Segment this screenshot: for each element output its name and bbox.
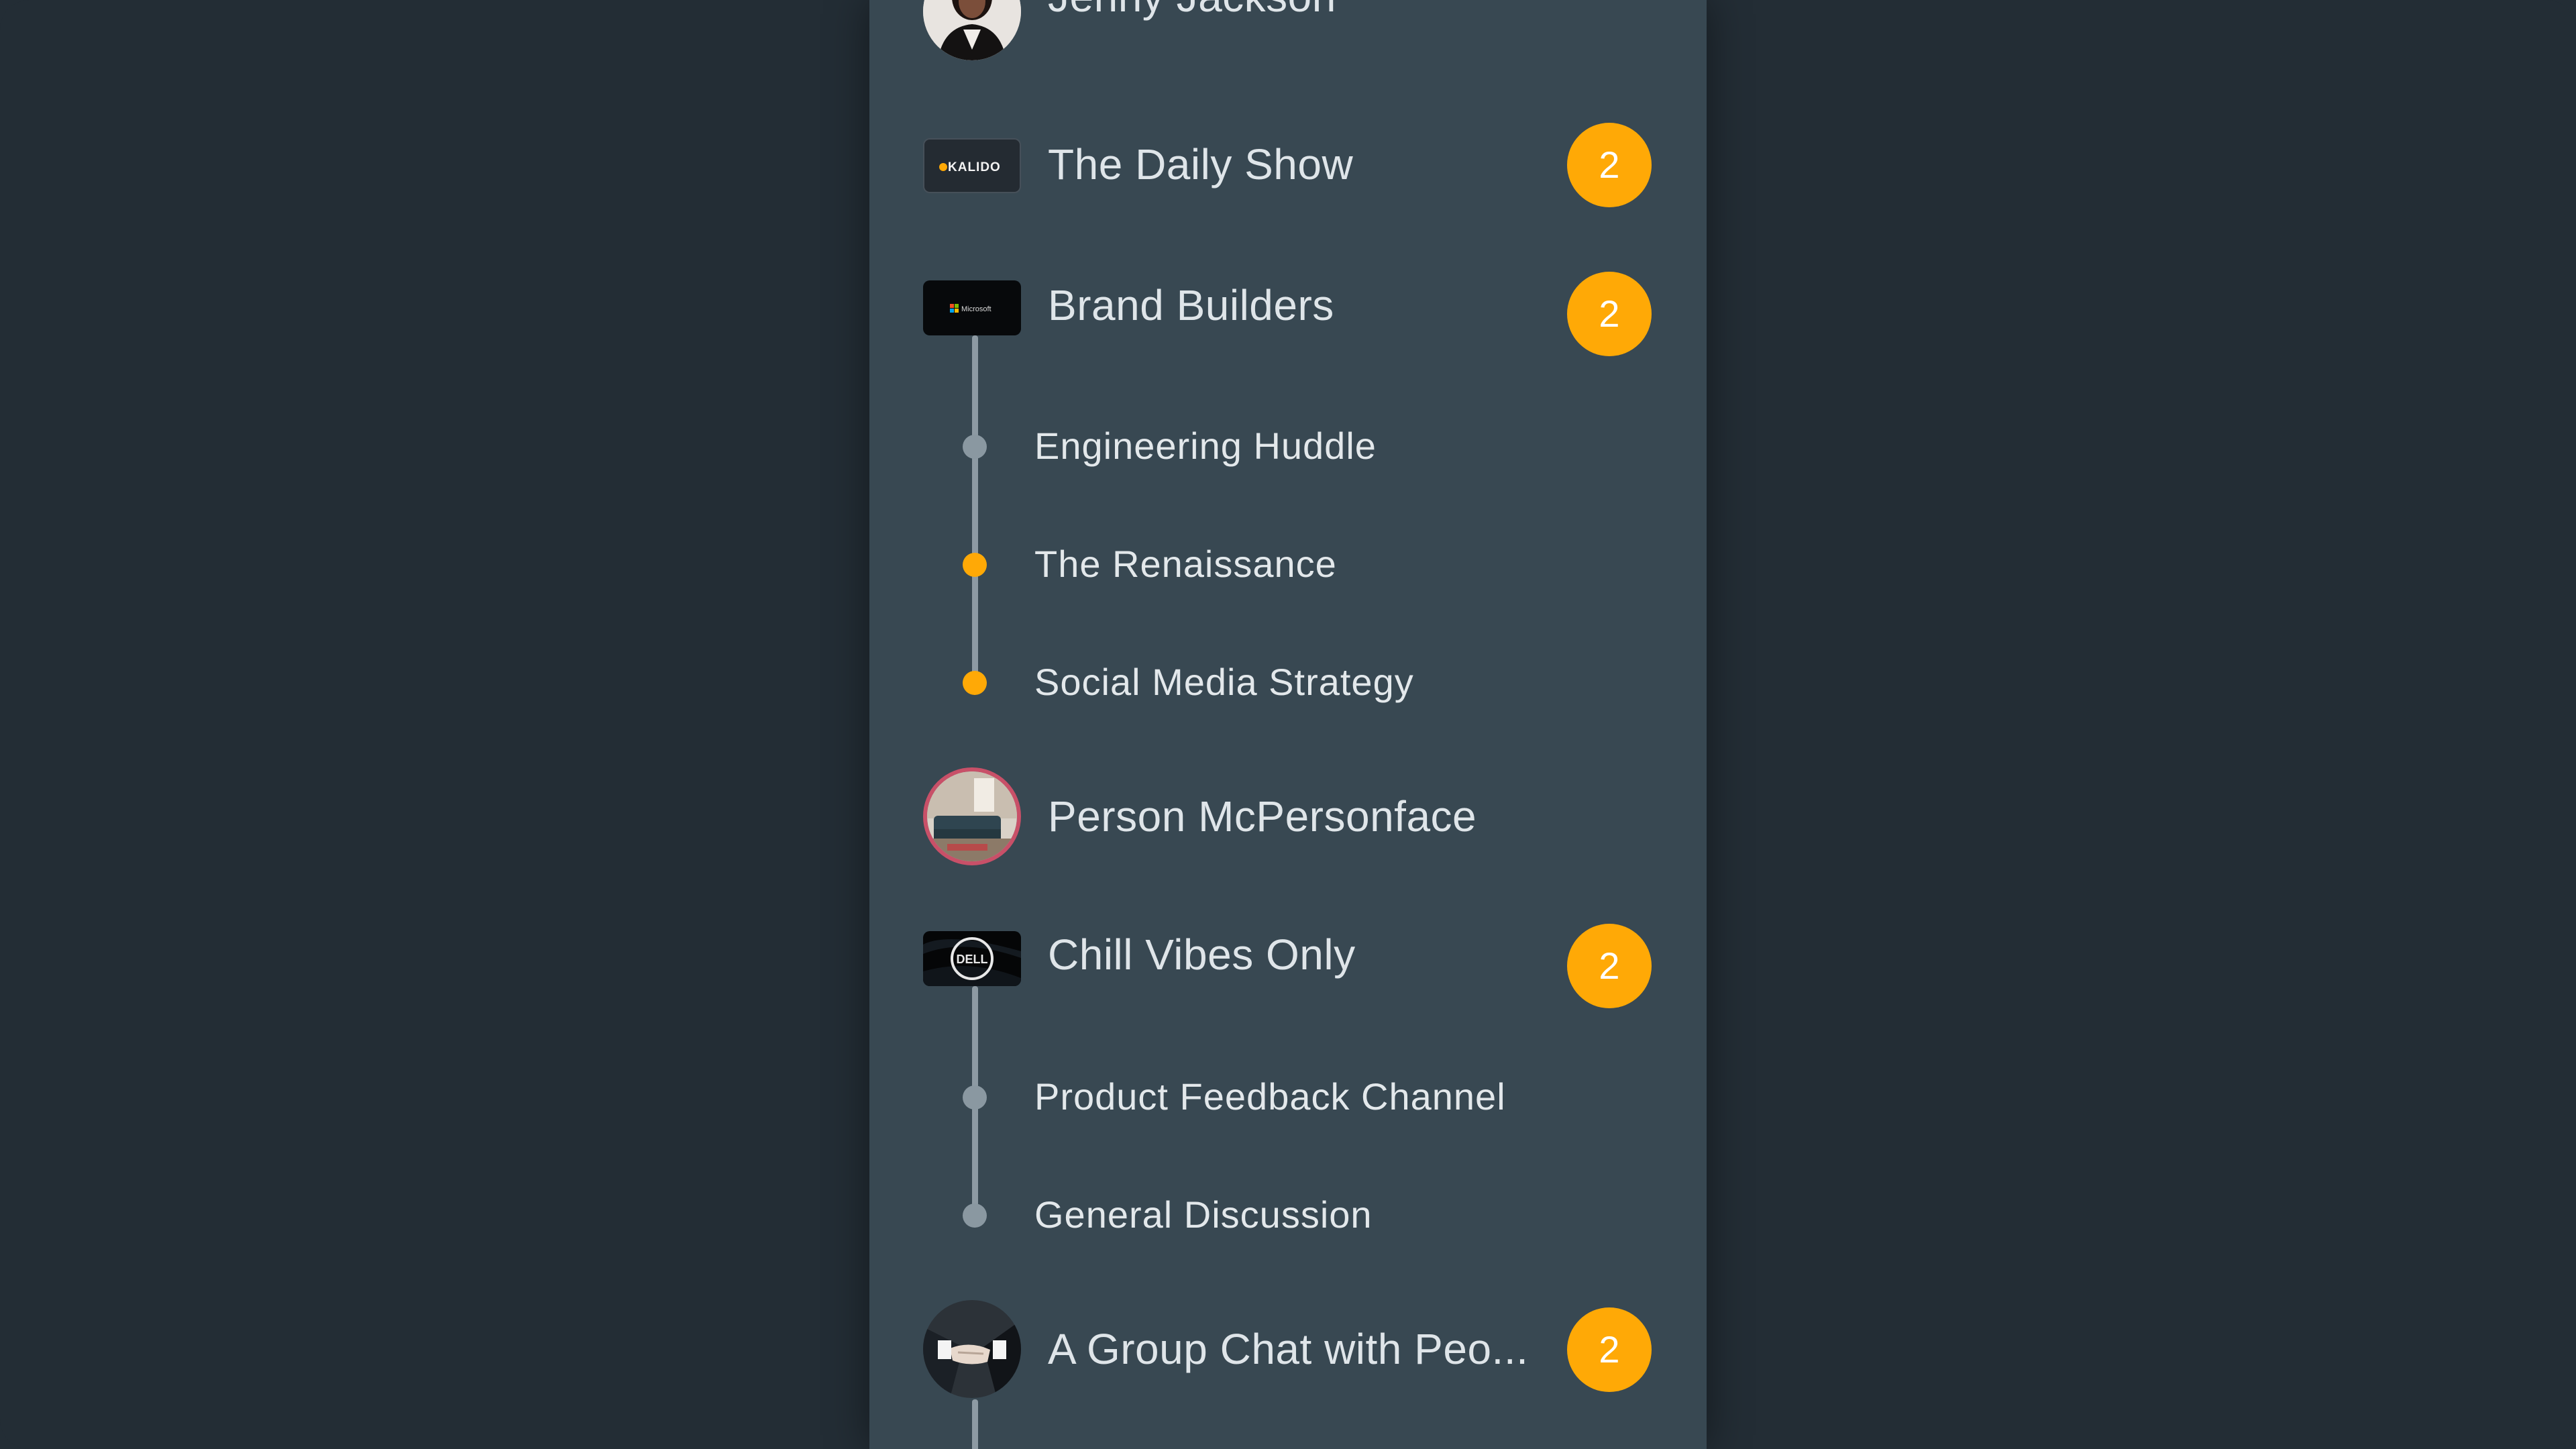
person-photo-icon (923, 0, 1021, 60)
app-window: Jenny Jackson KALIDO The Daily Show 2 (0, 0, 2576, 1449)
channel-label: Product Feedback Channel (1034, 1075, 1506, 1118)
channel-label: General Discussion (1034, 1193, 1373, 1236)
channel-label: Social Media Strategy (1034, 661, 1414, 703)
channel-item-engineering-huddle[interactable]: Engineering Huddle (869, 407, 1707, 487)
dell-logo-text: DELL (957, 953, 988, 966)
conversation-item-the-daily-show[interactable]: KALIDO The Daily Show 2 (869, 111, 1707, 219)
microsoft-logo-text: Microsoft (961, 305, 991, 313)
conversation-title: Brand Builders (1048, 281, 1334, 329)
conversation-title: Person McPersonface (1048, 792, 1477, 841)
conversation-item-jenny-jackson[interactable]: Jenny Jackson (869, 0, 1707, 66)
channel-label: The Renaissance (1034, 543, 1337, 585)
channel-thread-line (972, 335, 978, 684)
channel-item-the-renaissance[interactable]: The Renaissance (869, 525, 1707, 605)
channel-unread-dot (963, 671, 987, 695)
channel-item-general-discussion[interactable]: General Discussion (869, 1175, 1707, 1256)
channel-thread-line (972, 1399, 978, 1449)
unread-count-badge: 2 (1567, 123, 1652, 207)
conversation-title: The Daily Show (1048, 140, 1354, 189)
channel-status-dot (963, 1203, 987, 1228)
channel-unread-dot (963, 553, 987, 577)
dell-logo-icon: DELL (923, 931, 1021, 986)
handshake-photo-icon (923, 1300, 1021, 1398)
kalido-logo-icon: KALIDO (923, 138, 1021, 193)
conversation-item-chill-vibes-only[interactable]: DELL Chill Vibes Only 2 (869, 906, 1707, 1013)
unread-count-badge: 2 (1567, 1307, 1652, 1392)
group-chat-avatar (923, 1300, 1021, 1398)
living-room-photo-icon (927, 771, 1017, 861)
kalido-logo-text: KALIDO (948, 160, 1001, 174)
unread-count-badge: 2 (1567, 272, 1652, 356)
conversation-list-panel[interactable]: Jenny Jackson KALIDO The Daily Show 2 (869, 0, 1707, 1449)
channel-status-dot (963, 435, 987, 459)
conversation-title: A Group Chat with Peo... (1048, 1325, 1529, 1373)
channel-label: Engineering Huddle (1034, 425, 1377, 467)
microsoft-logo-icon: Microsoft (923, 280, 1021, 335)
conversation-item-brand-builders[interactable]: Microsoft Brand Builders 2 (869, 254, 1707, 361)
person-mcpersonface-avatar (923, 767, 1021, 865)
conversation-title: Chill Vibes Only (1048, 930, 1356, 979)
channel-item-social-media-strategy[interactable]: Social Media Strategy (869, 643, 1707, 723)
channel-item-product-feedback-channel[interactable]: Product Feedback Channel (869, 1057, 1707, 1138)
unread-count-badge: 2 (1567, 924, 1652, 1008)
jenny-jackson-avatar (923, 0, 1021, 60)
channel-status-dot (963, 1085, 987, 1110)
conversation-title: Jenny Jackson (1048, 0, 1336, 21)
conversation-item-group-chat[interactable]: A Group Chat with Peo... 2 (869, 1296, 1707, 1403)
conversation-item-person-mcpersonface[interactable]: Person McPersonface (869, 763, 1707, 871)
